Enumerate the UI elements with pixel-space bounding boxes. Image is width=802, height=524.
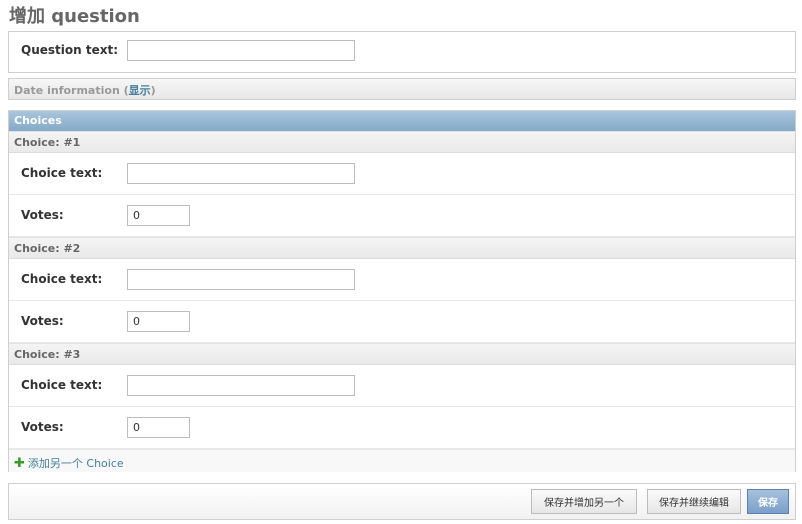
save-and-continue-button[interactable]: 保存并继续编辑 xyxy=(647,489,741,514)
choice-1-text-label: Choice text: xyxy=(21,166,103,180)
choice-1-votes-row: Votes: xyxy=(9,195,795,237)
choice-2-header: Choice: #2 xyxy=(9,237,795,259)
choice-3-text-row: Choice text: xyxy=(9,365,795,407)
choice-3-votes-label: Votes: xyxy=(21,420,64,434)
add-another-choice-link[interactable]: 添加另一个 Choice xyxy=(28,457,124,470)
choice-2-votes-input[interactable] xyxy=(127,311,190,332)
choice-2-votes-row: Votes: xyxy=(9,301,795,343)
page-title: 增加 question xyxy=(9,6,140,27)
choice-3-text-label: Choice text: xyxy=(21,378,103,392)
choices-header: Choices xyxy=(9,111,795,131)
choice-3-votes-row: Votes: xyxy=(9,407,795,449)
choice-1-votes-input[interactable] xyxy=(127,205,190,226)
date-information-close-paren: ) xyxy=(150,84,156,97)
add-plus-icon[interactable]: ✚ xyxy=(14,457,25,470)
choice-2-text-label: Choice text: xyxy=(21,272,103,286)
choices-inline-group: Choices Choice: #1 Choice text: Votes: C… xyxy=(8,110,796,472)
choice-1-header: Choice: #1 xyxy=(9,131,795,153)
choice-1-votes-label: Votes: xyxy=(21,208,64,222)
date-information-title: Date information xyxy=(14,84,120,97)
choice-1-text-row: Choice text: xyxy=(9,153,795,195)
choice-3-text-input[interactable] xyxy=(127,375,355,396)
save-and-add-another-button[interactable]: 保存并增加另一个 xyxy=(531,489,637,514)
choice-1-text-input[interactable] xyxy=(127,163,355,184)
date-information-fieldset: Date information (显示) xyxy=(8,78,796,100)
add-choice-row: ✚ 添加另一个 Choice xyxy=(9,449,795,472)
date-information-toggle-link[interactable]: 显示 xyxy=(129,84,151,97)
save-button[interactable]: 保存 xyxy=(747,489,789,514)
choice-3-votes-input[interactable] xyxy=(127,417,190,438)
choice-2-text-row: Choice text: xyxy=(9,259,795,301)
choice-2-text-input[interactable] xyxy=(127,269,355,290)
question-text-input[interactable] xyxy=(127,40,355,61)
question-text-label: Question text: xyxy=(21,43,118,57)
choice-2-votes-label: Votes: xyxy=(21,314,64,328)
question-fieldset: Question text: xyxy=(8,31,796,73)
choice-3-header: Choice: #3 xyxy=(9,343,795,365)
submit-row: 保存并增加另一个 保存并继续编辑 保存 xyxy=(8,483,796,520)
